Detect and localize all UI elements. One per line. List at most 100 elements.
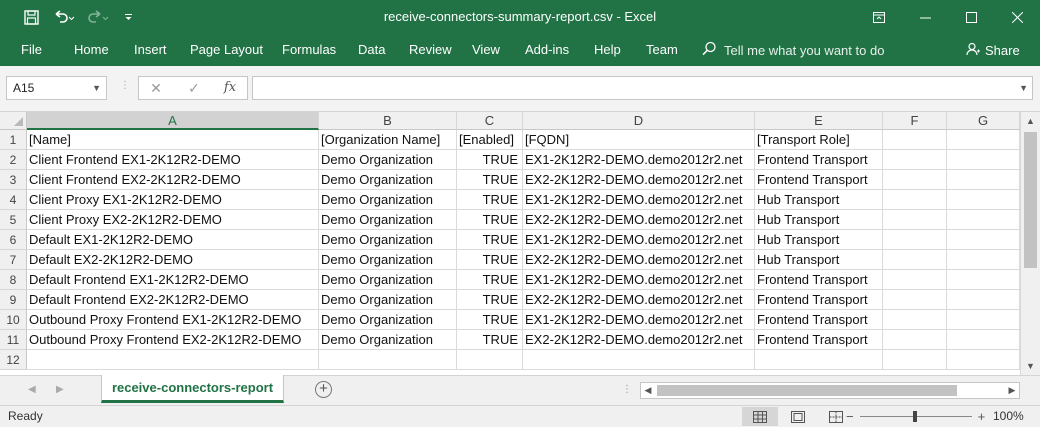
cell-g12[interactable] xyxy=(947,350,1020,370)
cell-c12[interactable] xyxy=(457,350,523,370)
row-header-1[interactable]: 1 xyxy=(0,130,27,150)
cell-e2[interactable]: Frontend Transport xyxy=(755,150,883,170)
cell-a6[interactable]: Default EX1-2K12R2-DEMO xyxy=(27,230,319,250)
cell-a1[interactable]: [Name] xyxy=(27,130,319,150)
cell-b12[interactable] xyxy=(319,350,457,370)
row-header-7[interactable]: 7 xyxy=(0,250,27,270)
cell-a11[interactable]: Outbound Proxy Frontend EX2-2K12R2-DEMO xyxy=(27,330,319,350)
tab-split-handle[interactable]: ⋮ xyxy=(622,384,633,395)
cell-f11[interactable] xyxy=(883,330,947,350)
cell-f10[interactable] xyxy=(883,310,947,330)
cell-g3[interactable] xyxy=(947,170,1020,190)
row-header-5[interactable]: 5 xyxy=(0,210,27,230)
cell-c5[interactable]: TRUE xyxy=(457,210,523,230)
cell-e8[interactable]: Frontend Transport xyxy=(755,270,883,290)
cell-c6[interactable]: TRUE xyxy=(457,230,523,250)
cell-b4[interactable]: Demo Organization xyxy=(319,190,457,210)
cell-e12[interactable] xyxy=(755,350,883,370)
cell-c11[interactable]: TRUE xyxy=(457,330,523,350)
column-header-f[interactable]: F xyxy=(883,112,947,130)
zoom-percent[interactable]: 100% xyxy=(993,406,1024,427)
tab-review[interactable]: Review xyxy=(409,34,452,66)
scroll-tabs-right-icon[interactable]: ▶ xyxy=(56,376,64,404)
minimize-icon[interactable] xyxy=(902,0,948,34)
row-header-2[interactable]: 2 xyxy=(0,150,27,170)
chevron-down-icon[interactable]: ▼ xyxy=(92,77,101,99)
cell-g5[interactable] xyxy=(947,210,1020,230)
cell-c3[interactable]: TRUE xyxy=(457,170,523,190)
cell-e6[interactable]: Hub Transport xyxy=(755,230,883,250)
row-header-8[interactable]: 8 xyxy=(0,270,27,290)
cell-d7[interactable]: EX2-2K12R2-DEMO.demo2012r2.net xyxy=(523,250,755,270)
cell-d2[interactable]: EX1-2K12R2-DEMO.demo2012r2.net xyxy=(523,150,755,170)
vertical-scrollbar[interactable]: ▲ ▼ xyxy=(1020,112,1040,375)
save-icon[interactable] xyxy=(18,0,44,34)
cell-a3[interactable]: Client Frontend EX2-2K12R2-DEMO xyxy=(27,170,319,190)
scroll-left-icon[interactable]: ◀ xyxy=(641,383,655,398)
cell-b7[interactable]: Demo Organization xyxy=(319,250,457,270)
cell-e5[interactable]: Hub Transport xyxy=(755,210,883,230)
cell-b6[interactable]: Demo Organization xyxy=(319,230,457,250)
scroll-down-icon[interactable]: ▼ xyxy=(1021,357,1040,375)
cell-a10[interactable]: Outbound Proxy Frontend EX1-2K12R2-DEMO xyxy=(27,310,319,330)
cancel-icon[interactable]: ✕ xyxy=(143,77,169,99)
row-header-9[interactable]: 9 xyxy=(0,290,27,310)
cell-g2[interactable] xyxy=(947,150,1020,170)
cell-b8[interactable]: Demo Organization xyxy=(319,270,457,290)
column-header-g[interactable]: G xyxy=(947,112,1020,130)
row-header-3[interactable]: 3 xyxy=(0,170,27,190)
add-sheet-icon[interactable]: + xyxy=(315,381,332,398)
cell-d11[interactable]: EX2-2K12R2-DEMO.demo2012r2.net xyxy=(523,330,755,350)
cell-d3[interactable]: EX2-2K12R2-DEMO.demo2012r2.net xyxy=(523,170,755,190)
cell-b1[interactable]: [Organization Name] xyxy=(319,130,457,150)
formula-input[interactable]: ▼ xyxy=(252,76,1033,100)
cell-f1[interactable] xyxy=(883,130,947,150)
cell-b3[interactable]: Demo Organization xyxy=(319,170,457,190)
cell-f12[interactable] xyxy=(883,350,947,370)
tab-add-ins[interactable]: Add-ins xyxy=(525,34,569,66)
cell-d10[interactable]: EX1-2K12R2-DEMO.demo2012r2.net xyxy=(523,310,755,330)
cell-b5[interactable]: Demo Organization xyxy=(319,210,457,230)
cell-a8[interactable]: Default Frontend EX1-2K12R2-DEMO xyxy=(27,270,319,290)
cell-b11[interactable]: Demo Organization xyxy=(319,330,457,350)
cell-c4[interactable]: TRUE xyxy=(457,190,523,210)
cell-g10[interactable] xyxy=(947,310,1020,330)
cell-e10[interactable]: Frontend Transport xyxy=(755,310,883,330)
column-header-d[interactable]: D xyxy=(523,112,755,130)
expand-formula-bar-icon[interactable]: ▼ xyxy=(1019,83,1028,93)
cell-g1[interactable] xyxy=(947,130,1020,150)
cell-f3[interactable] xyxy=(883,170,947,190)
cell-e4[interactable]: Hub Transport xyxy=(755,190,883,210)
cell-c10[interactable]: TRUE xyxy=(457,310,523,330)
ribbon-display-options-icon[interactable] xyxy=(856,0,902,34)
cell-g9[interactable] xyxy=(947,290,1020,310)
cell-c9[interactable]: TRUE xyxy=(457,290,523,310)
row-header-12[interactable]: 12 xyxy=(0,350,27,370)
cell-g8[interactable] xyxy=(947,270,1020,290)
tab-insert[interactable]: Insert xyxy=(134,34,167,66)
tab-formulas[interactable]: Formulas xyxy=(282,34,336,66)
cell-a2[interactable]: Client Frontend EX1-2K12R2-DEMO xyxy=(27,150,319,170)
column-header-e[interactable]: E xyxy=(755,112,883,130)
cell-g7[interactable] xyxy=(947,250,1020,270)
cell-e1[interactable]: [Transport Role] xyxy=(755,130,883,150)
cell-a5[interactable]: Client Proxy EX2-2K12R2-DEMO xyxy=(27,210,319,230)
cell-d8[interactable]: EX1-2K12R2-DEMO.demo2012r2.net xyxy=(523,270,755,290)
row-header-4[interactable]: 4 xyxy=(0,190,27,210)
enter-icon[interactable]: ✓ xyxy=(181,77,207,99)
scroll-tabs-left-icon[interactable]: ◀ xyxy=(28,376,36,404)
cell-d5[interactable]: EX2-2K12R2-DEMO.demo2012r2.net xyxy=(523,210,755,230)
cell-f4[interactable] xyxy=(883,190,947,210)
column-header-a[interactable]: A xyxy=(27,112,319,130)
cell-d4[interactable]: EX1-2K12R2-DEMO.demo2012r2.net xyxy=(523,190,755,210)
column-header-c[interactable]: C xyxy=(457,112,523,130)
sheet-tab-receive-connectors-report[interactable]: receive-connectors-report xyxy=(101,375,284,403)
undo-icon[interactable] xyxy=(50,0,78,34)
cell-a12[interactable] xyxy=(27,350,319,370)
cell-f9[interactable] xyxy=(883,290,947,310)
cell-a7[interactable]: Default EX2-2K12R2-DEMO xyxy=(27,250,319,270)
close-icon[interactable] xyxy=(994,0,1040,34)
cell-b9[interactable]: Demo Organization xyxy=(319,290,457,310)
page-layout-view-icon[interactable] xyxy=(780,407,816,426)
insert-function-icon[interactable]: fx xyxy=(217,77,243,99)
